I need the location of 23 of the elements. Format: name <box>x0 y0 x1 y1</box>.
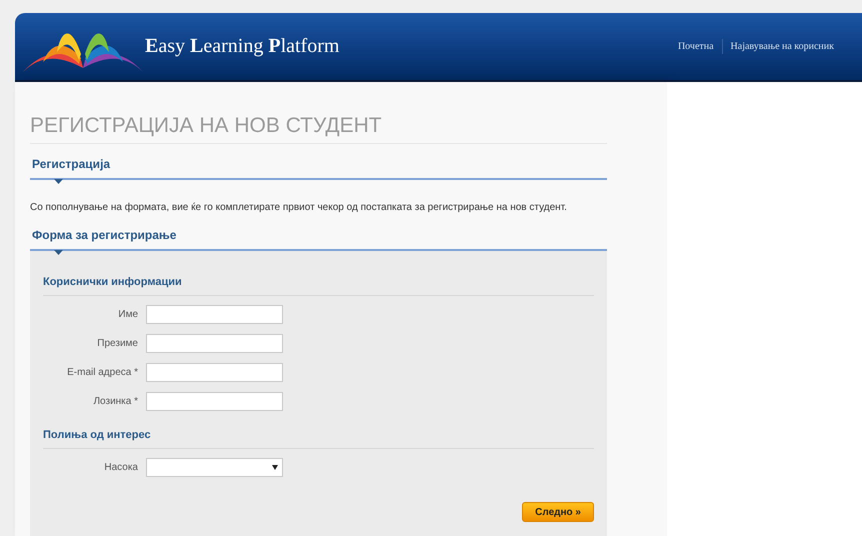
text-input-field[interactable] <box>146 334 283 353</box>
dropdown-arrow-icon <box>272 465 278 470</box>
field-label: Презиме <box>97 337 138 351</box>
field-label: Име <box>118 308 138 322</box>
dropdown-field[interactable] <box>146 458 283 477</box>
pointer-notch-icon <box>54 250 63 255</box>
text-input-field[interactable] <box>146 363 283 382</box>
field-label: Лозинка * <box>93 395 138 409</box>
nav-link[interactable]: Најавување на корисник <box>722 38 842 54</box>
section-heading: Регистрација <box>32 157 110 171</box>
subsection-heading: Полиња од интерес <box>43 429 151 441</box>
brand-title: Easy Learning Platform <box>145 34 340 60</box>
password-input-field[interactable] <box>146 392 283 411</box>
field-label: Насока <box>104 461 138 475</box>
nav-link[interactable]: Почетна <box>670 38 722 54</box>
section-heading: Форма за регистрирање <box>32 228 176 242</box>
text-input-field[interactable] <box>146 305 283 324</box>
field-label: E-mail адреса * <box>67 366 138 380</box>
next-button[interactable]: Следно » <box>522 502 594 522</box>
subsection-heading: Кориснички информации <box>43 276 182 288</box>
page-title: РЕГИСТРАЦИЈА НА НОВ СТУДЕНТ <box>30 114 382 136</box>
intro-text: Со пополнување на формата, вие ќе го комплетирате првиот чекор од постапката за регистрирање на нов студент. <box>30 201 568 215</box>
pointer-notch-icon <box>54 179 63 184</box>
